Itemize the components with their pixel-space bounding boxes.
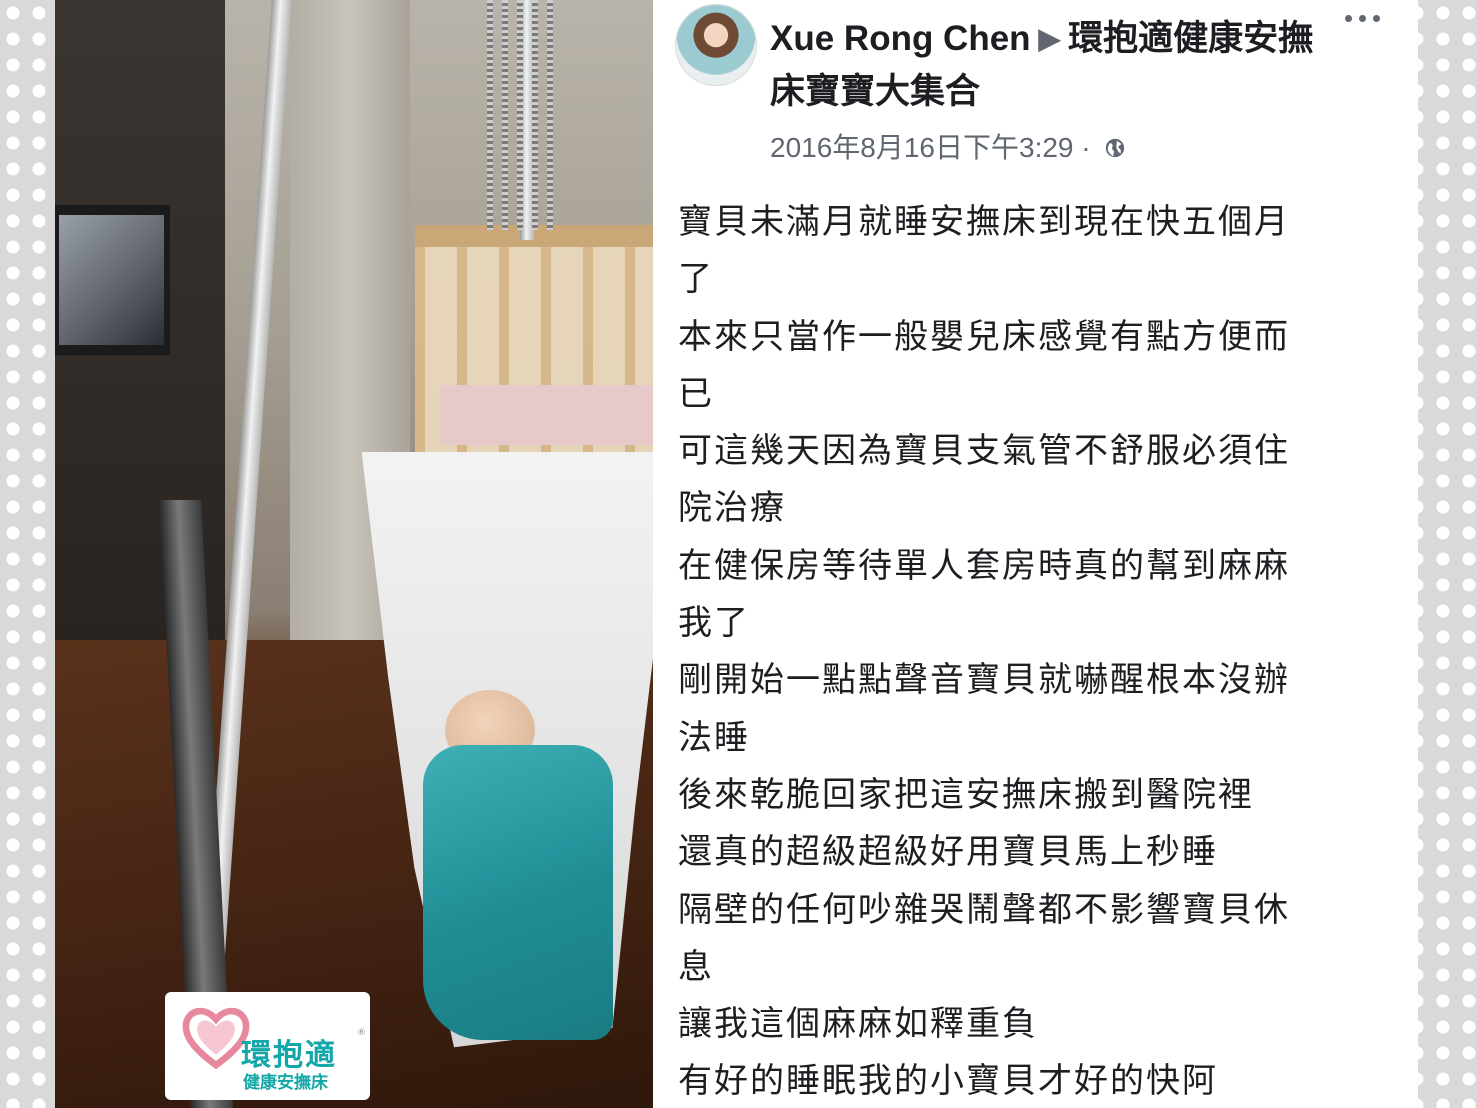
author-name[interactable]: Xue Rong Chen — [770, 19, 1031, 58]
post-line: 院治療 — [678, 488, 786, 529]
photo-blanket — [423, 745, 613, 1040]
post-line: 本來只當作一般嬰兒床感覺有點方便而 — [678, 316, 1290, 357]
post-line: 息 — [678, 946, 714, 987]
post-header: Xue Rong Chen ▶ 環抱適健康安撫床寶寶大集合 — [770, 12, 1330, 118]
post-line: 我了 — [678, 603, 750, 644]
post-meta: 2016年8月16日下午3:29 · — [770, 126, 1126, 166]
more-options-icon[interactable] — [1343, 6, 1383, 30]
globe-icon[interactable] — [1104, 137, 1126, 159]
meta-separator: · — [1081, 132, 1091, 163]
post-line: 後來乾脆回家把這安撫床搬到醫院裡 — [678, 774, 1254, 815]
post-card: 環抱適 ® 健康安撫床 Xue Rong Chen ▶ 環抱適健康安撫床寶寶大集合 … — [55, 0, 1418, 1108]
logo-tagline: 健康安撫床 — [243, 1073, 328, 1093]
photo-tv — [55, 205, 170, 355]
logo-registered-mark: ® — [357, 1028, 366, 1038]
post-line: 剛開始一點點聲音寶貝就嚇醒根本沒辦 — [678, 660, 1290, 701]
post-line: 讓我這個麻麻如釋重負 — [678, 1004, 1038, 1045]
post-line: 還真的超級超級好用寶貝馬上秒睡 — [678, 832, 1218, 873]
post-body: 寶貝未滿月就睡安撫床到現在快五個月 了 本來只當作一般嬰兒床感覺有點方便而 已 … — [678, 194, 1378, 1108]
post-line: 有好的睡眠我的小寶貝才好的快阿 — [678, 1061, 1218, 1102]
post-line: 法睡 — [678, 717, 750, 758]
post-line: 已 — [678, 373, 714, 414]
right-triangle-icon: ▶ — [1038, 23, 1061, 54]
brand-logo: 環抱適 ® 健康安撫床 — [165, 992, 370, 1100]
post-content: Xue Rong Chen ▶ 環抱適健康安撫床寶寶大集合 2016年8月16日下午… — [653, 0, 1418, 1108]
post-line: 在健保房等待單人套房時真的幫到麻麻 — [678, 545, 1290, 586]
post-line: 寶貝未滿月就睡安撫床到現在快五個月 — [678, 202, 1290, 242]
post-photo[interactable]: 環抱適 ® 健康安撫床 — [55, 0, 653, 1108]
post-line: 可這幾天因為寶貝支氣管不舒服必須住 — [678, 431, 1290, 472]
avatar[interactable] — [675, 4, 757, 86]
post-timestamp[interactable]: 2016年8月16日下午3:29 — [770, 132, 1074, 163]
post-line: 了 — [678, 259, 714, 300]
post-line: 隔壁的任何吵雜哭鬧聲都不影響寶貝休 — [678, 889, 1290, 930]
